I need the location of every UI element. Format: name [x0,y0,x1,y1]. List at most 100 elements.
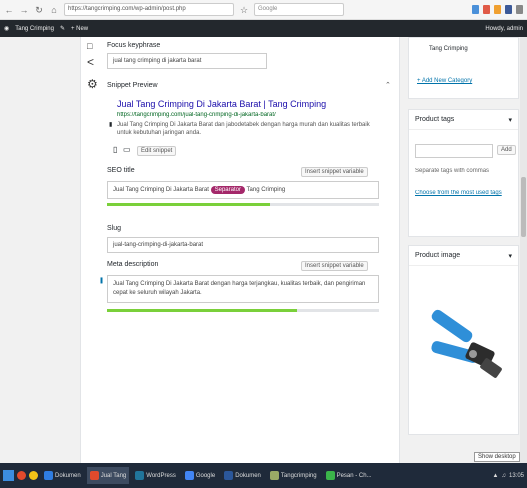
product-image-title: Product image [415,252,461,259]
google-icon [184,471,194,480]
taskbar-item-label: Dokumen [55,472,81,479]
chevron-down-icon[interactable]: ▾ [508,116,512,124]
bookmark-icon[interactable]: ☆ [239,5,249,15]
chevron-down-icon[interactable]: ▾ [508,252,512,260]
right-sidebar: Tang Crimping + Add New Category Product… [408,37,519,463]
app-icon[interactable] [17,471,26,480]
extension-icon[interactable] [505,5,512,14]
windows-start-icon[interactable] [3,470,14,481]
chrome-icon[interactable] [29,471,38,480]
separator-chip[interactable]: Separator [210,186,245,194]
extension-icon[interactable] [483,5,490,14]
page-scrollbar[interactable] [520,37,527,463]
admin-menu-strip [0,37,80,463]
text-cursor-icon: ❚ [99,278,105,284]
taskbar-item-label: Dokumen [235,472,261,479]
edit-snippet-button[interactable]: Edit snippet [137,146,177,156]
taskbar-item-label: WordPress [146,472,176,479]
snippet-title: Jual Tang Crimping Di Jakarta Barat | Ta… [117,99,327,109]
home-icon[interactable]: ⌂ [49,5,59,15]
back-icon[interactable]: ← [4,5,14,15]
bullet-icon: ▮ [109,122,113,128]
scrollbar-thumb[interactable] [521,177,526,237]
add-tag-button[interactable]: Add [497,145,516,155]
taskbar: Dokumen Jual Tang WordPress Google Dokum… [0,463,527,488]
insert-variable-button[interactable]: Insert snippet variable [301,167,368,177]
focus-keyphrase-label: Focus keyphrase [107,42,161,49]
taskbar-item-label: Tangcrimping [280,472,317,479]
browser-toolbar: ← → ↻ ⌂ https://tangcrimping.com/wp-admi… [0,0,527,20]
product-tags-title: Product tags [415,116,455,123]
new-content-button[interactable]: + New [71,26,88,32]
wordpress-icon [135,471,145,480]
taskbar-item[interactable]: Pesan - Ch... [323,467,375,484]
search-input[interactable]: Google [254,3,344,16]
taskbar-item[interactable]: Dokumen [221,467,264,484]
document-icon: □ [87,41,93,51]
meta-description-progress-fill [107,309,298,312]
extension-icons [472,5,523,14]
slug-label: Slug [107,225,122,232]
product-tags-header[interactable]: Product tags ▾ [409,110,518,130]
menu-icon[interactable] [516,5,523,14]
meta-description-label: Meta description [107,261,159,268]
meta-description-input[interactable]: Jual Tang Crimping Di Jakarta Barat deng… [107,275,379,303]
share-icon[interactable]: < [87,55,94,69]
seo-title-progress [107,203,379,206]
tag-input[interactable] [415,144,493,158]
clock[interactable]: 13:05 [509,473,524,479]
desktop-preview-icon[interactable]: ▭ [123,145,131,154]
slug-input[interactable]: jual-tang-crimping-di-jakarta-barat [107,237,379,253]
extension-icon[interactable] [472,5,479,14]
taskbar-item[interactable]: Tangcrimping [267,467,320,484]
wp-logo-icon[interactable]: ◉ [4,25,9,32]
focus-keyphrase-input[interactable]: jual tang crimping di jakarta barat [107,53,267,69]
snippet-preview-label[interactable]: Snippet Preview [107,82,158,89]
system-tray: ▲ ♫ 13:05 [493,473,524,479]
product-image-header[interactable]: Product image ▾ [409,246,518,266]
extension-icon[interactable] [494,5,501,14]
taskbar-item-label: Pesan - Ch... [336,472,372,479]
taskbar-item[interactable]: WordPress [132,467,179,484]
document-icon [44,471,53,480]
seo-title-progress-fill [107,203,271,206]
meta-description-progress [107,309,379,312]
seo-title-text: Jual Tang Crimping Di Jakarta Barat [113,187,209,193]
site-name[interactable]: Tang Crimping [15,26,54,32]
yoast-seo-panel: □ Focus keyphrase < jual tang crimping d… [80,37,400,463]
address-bar[interactable]: https://tangcrimping.com/wp-admin/post.p… [64,3,234,16]
user-menu[interactable]: Howdy, admin [485,26,523,32]
snippet-url: https://tangcrimping.com/jual-tang-crimp… [117,112,276,118]
gear-icon: ⚙ [87,77,98,91]
categories-box: Tang Crimping + Add New Category [408,37,519,99]
snippet-description: Jual Tang Crimping Di Jakarta Barat dan … [117,122,370,136]
taskbar-item-label: Jual Tang [100,472,127,479]
chat-icon [325,471,335,480]
separate-tags-hint: Separate tags with commas [415,168,490,174]
choose-tags-link[interactable]: Choose from the most used tags [415,190,515,196]
taskbar-item[interactable]: Dokumen [41,467,84,484]
category-item[interactable]: Tang Crimping [429,46,468,52]
taskbar-item[interactable]: Google [182,467,218,484]
browser-icon [89,471,99,480]
volume-icon[interactable]: ♫ [501,473,506,479]
reload-icon[interactable]: ↻ [34,5,44,15]
comments-icon[interactable]: ✎ [60,25,65,32]
insert-variable-button[interactable]: Insert snippet variable [301,261,368,271]
network-icon[interactable]: ▲ [493,473,499,479]
show-desktop-tooltip: Show desktop [474,452,520,462]
folder-icon [269,471,279,480]
seo-title-input[interactable]: Jual Tang Crimping Di Jakarta Barat Sepa… [107,181,379,199]
seo-title-suffix: Tang Crimping [246,187,286,193]
product-tags-box: Product tags ▾ Add Separate tags with co… [408,109,519,237]
mobile-preview-icon[interactable]: ▯ [113,145,117,154]
crimping-tool-image[interactable] [423,306,507,396]
wp-admin-bar: ◉ Tang Crimping ✎ + New Howdy, admin [0,20,527,37]
add-category-link[interactable]: + Add New Category [417,78,472,84]
forward-icon[interactable]: → [19,5,29,15]
chevron-up-icon[interactable]: ⌃ [385,81,391,89]
taskbar-item-label: Google [195,472,216,479]
product-image-box: Product image ▾ [408,245,519,435]
seo-title-label: SEO title [107,167,135,174]
taskbar-item[interactable]: Jual Tang [86,467,130,484]
